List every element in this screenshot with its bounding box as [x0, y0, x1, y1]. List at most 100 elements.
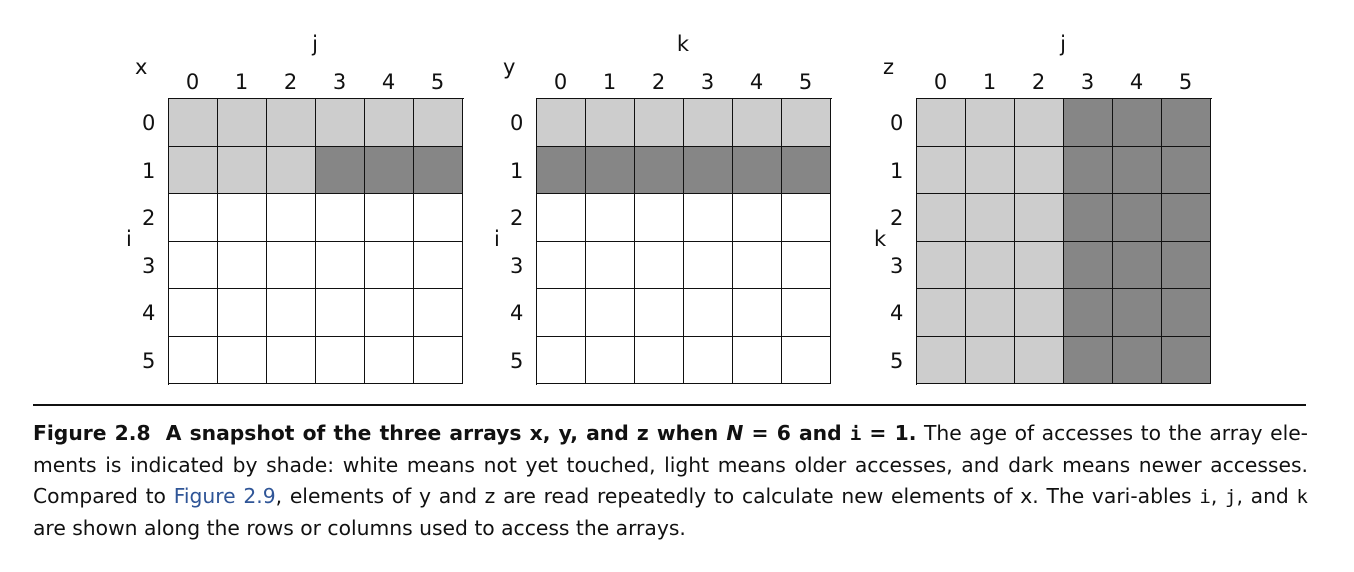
- array-cell-dark: [1162, 289, 1211, 337]
- array-cell-light: [1015, 289, 1064, 337]
- array-cell-white: [586, 336, 635, 384]
- caption-body-2: , elements of y and z are read repeatedl…: [275, 484, 1200, 508]
- array-cell-white: [267, 289, 316, 337]
- col-label: 5: [430, 70, 445, 94]
- array-cell-white: [414, 194, 463, 242]
- array-cell-white: [733, 336, 782, 384]
- array-cell-white: [365, 289, 414, 337]
- array-cell-white: [218, 194, 267, 242]
- array-cell-light: [733, 99, 782, 147]
- array-cell-white: [537, 289, 586, 337]
- array-cell-light: [414, 99, 463, 147]
- array-cell-dark: [1064, 241, 1113, 289]
- caption-var-k: k: [1296, 486, 1308, 508]
- array-cell-light: [218, 146, 267, 194]
- array-cell-white: [365, 241, 414, 289]
- col-label: 3: [332, 70, 347, 94]
- array-cell-dark: [1113, 99, 1162, 147]
- array-cell-white: [733, 194, 782, 242]
- array-cell-light: [1015, 241, 1064, 289]
- array-cell-white: [414, 289, 463, 337]
- array-cell-white: [782, 289, 831, 337]
- figure-2-9-link[interactable]: Figure 2.9: [174, 484, 276, 508]
- array-cell-dark: [733, 146, 782, 194]
- array-cell-white: [267, 241, 316, 289]
- row-var-label: i: [126, 227, 132, 251]
- array-cell-white: [635, 241, 684, 289]
- col-label: 5: [1178, 70, 1193, 94]
- col-label: 2: [283, 70, 298, 94]
- col-var-label: j: [1060, 32, 1066, 56]
- array-cell-light: [966, 194, 1015, 242]
- array-cell-white: [684, 289, 733, 337]
- array-cell-white: [365, 336, 414, 384]
- array-cell-dark: [1113, 289, 1162, 337]
- array-cell-dark: [1064, 289, 1113, 337]
- col-label: 4: [381, 70, 396, 94]
- array-cell-light: [917, 146, 966, 194]
- array-cell-dark: [316, 146, 365, 194]
- col-label: 0: [185, 70, 200, 94]
- array-grid-x: [168, 98, 464, 385]
- row-label: 5: [890, 348, 904, 373]
- array-cell-light: [537, 99, 586, 147]
- col-label: 3: [1080, 70, 1095, 94]
- array-cell-light: [1015, 194, 1064, 242]
- row-label: 3: [510, 253, 524, 278]
- array-cell-white: [782, 194, 831, 242]
- array-cell-white: [169, 289, 218, 337]
- row-var-label: i: [494, 227, 500, 251]
- col-label: 0: [933, 70, 948, 94]
- array-cell-white: [684, 241, 733, 289]
- figure-caption: Figure 2.8 A snapshot of the three array…: [33, 418, 1308, 544]
- row-label: 3: [142, 253, 156, 278]
- array-cell-white: [169, 241, 218, 289]
- array-cell-light: [1015, 99, 1064, 147]
- row-label: 0: [142, 111, 156, 135]
- array-cell-white: [733, 289, 782, 337]
- array-cell-white: [316, 241, 365, 289]
- array-cell-light: [169, 146, 218, 194]
- array-cell-light: [684, 99, 733, 147]
- array-cell-light: [966, 241, 1015, 289]
- array-cell-dark: [1162, 336, 1211, 384]
- array-cell-white: [218, 289, 267, 337]
- array-cell-white: [267, 194, 316, 242]
- row-label: 0: [510, 111, 524, 135]
- array-cell-light: [782, 99, 831, 147]
- array-cell-white: [782, 241, 831, 289]
- row-label: 2: [890, 206, 904, 230]
- array-cell-white: [414, 241, 463, 289]
- array-cell-light: [966, 99, 1015, 147]
- array-cell-light: [917, 289, 966, 337]
- array-cell-light: [966, 289, 1015, 337]
- array-cell-dark: [1064, 146, 1113, 194]
- array-cell-light: [1015, 336, 1064, 384]
- caption-title-c: = 1.: [861, 421, 917, 445]
- array-cell-white: [684, 194, 733, 242]
- array-cell-light: [218, 99, 267, 147]
- row-label: 3: [890, 253, 904, 278]
- array-cell-white: [316, 289, 365, 337]
- array-cell-white: [586, 241, 635, 289]
- array-cell-white: [733, 241, 782, 289]
- array-cell-white: [316, 194, 365, 242]
- row-label: 1: [510, 158, 524, 183]
- array-cell-white: [586, 194, 635, 242]
- array-cell-dark: [1064, 99, 1113, 147]
- col-label: 4: [1129, 70, 1144, 94]
- array-cell-dark: [1064, 194, 1113, 242]
- array-cell-dark: [365, 146, 414, 194]
- col-label: 2: [1031, 70, 1046, 94]
- caption-title-n: N: [726, 421, 744, 445]
- array-cell-light: [267, 146, 316, 194]
- array-cell-white: [586, 289, 635, 337]
- caption-title-i: i: [849, 423, 862, 445]
- array-cell-dark: [782, 146, 831, 194]
- array-cell-light: [917, 99, 966, 147]
- array-cell-white: [635, 336, 684, 384]
- row-label: 1: [142, 158, 156, 183]
- row-var-label: k: [874, 227, 887, 251]
- array-cell-dark: [684, 146, 733, 194]
- col-var-label: j: [312, 32, 318, 56]
